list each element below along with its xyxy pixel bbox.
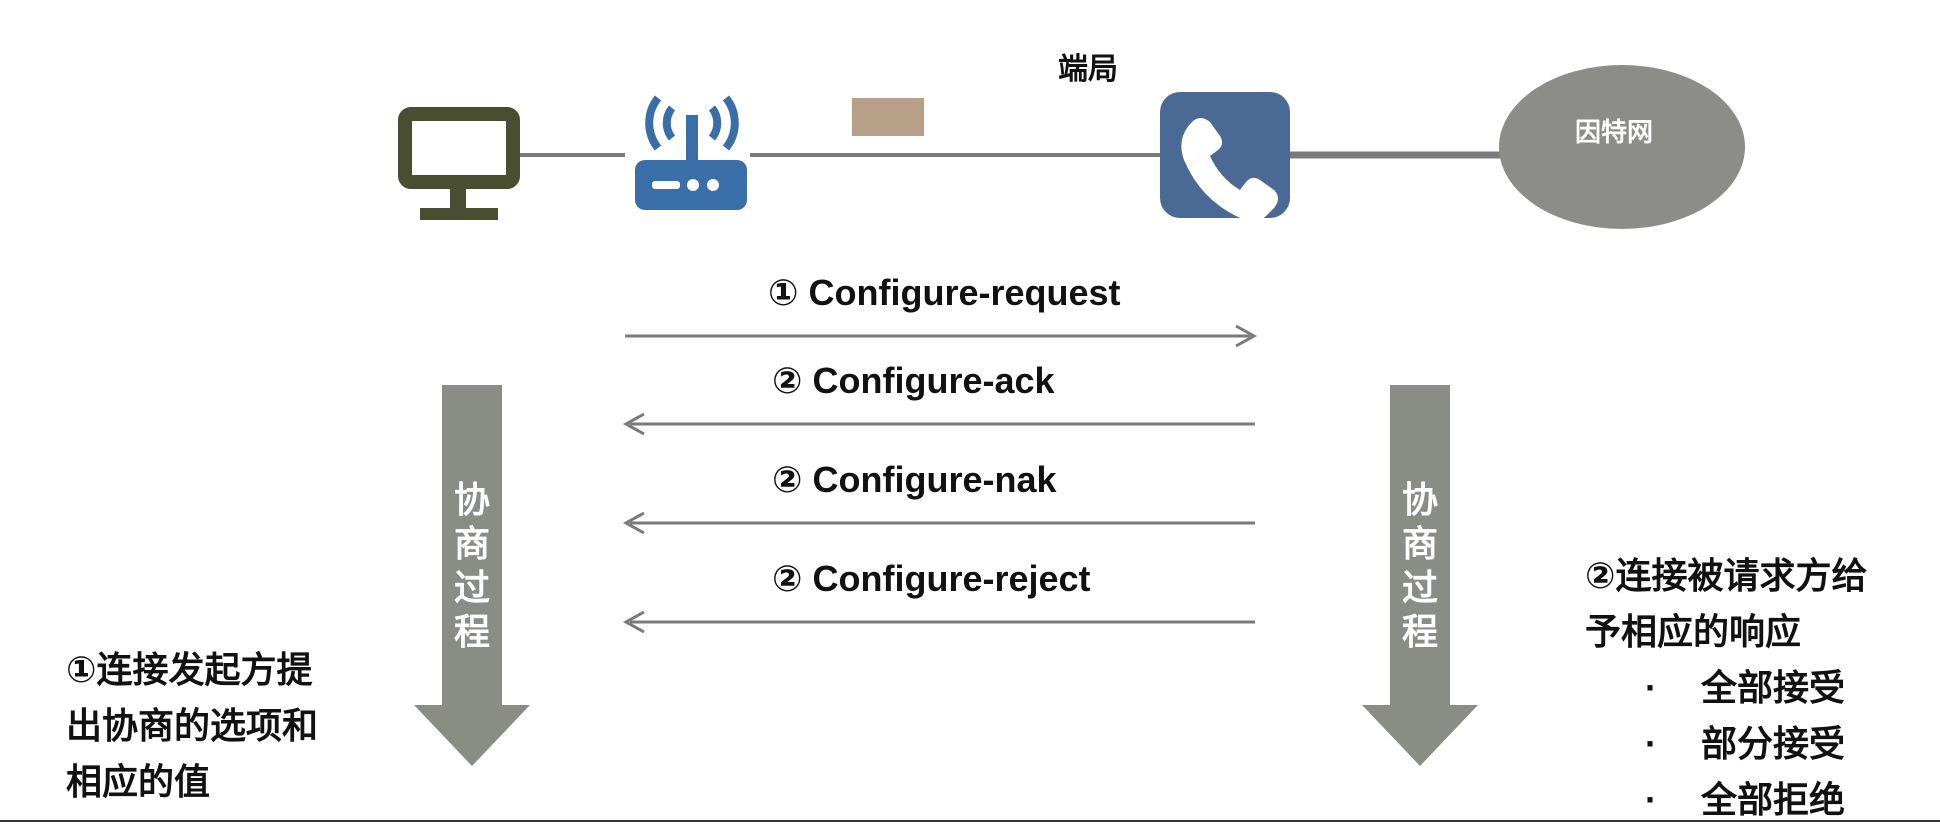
message-arrow-3 [622,511,1255,535]
initiator-note: ①连接发起方提 出协商的选项和 相应的值 [66,649,319,802]
responder-note: ②连接被请求方给 予相应的响应 · 全部接受 · 部分接受 · 全部拒绝 [1585,548,1867,828]
message-label-1: ① Configure-request [768,272,1121,313]
process-label-right: 协 商 过 程 [1401,479,1438,652]
message-arrow-4 [622,610,1255,634]
internet-label: 因特网 [1575,117,1654,147]
message-arrow-2 [622,412,1255,436]
message-label-2: ② Configure-ack [772,360,1055,401]
monitor-icon [398,107,520,220]
response-item: · 全部拒绝 [1645,779,1846,820]
link-block [852,98,924,136]
message-label-3: ② Configure-nak [772,459,1057,500]
response-item: · 部分接受 [1645,723,1846,764]
response-item: · 全部接受 [1645,667,1846,708]
message-arrow-1 [625,324,1258,348]
process-label-left: 协 商 过 程 [453,479,490,652]
phone-icon [1160,92,1290,221]
end-office-label: 端局 [1058,53,1118,86]
router-icon [635,95,747,210]
message-label-4: ② Configure-reject [772,558,1091,599]
